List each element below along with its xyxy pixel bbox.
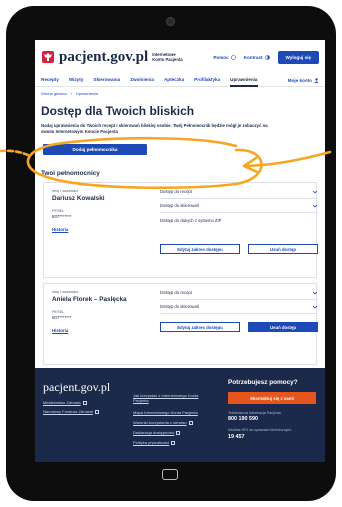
contrast-toggle[interactable]: Kontrast (244, 55, 270, 60)
help-label: Pomoc (213, 54, 229, 60)
main-nav: Recepty Wizyty Skierowania Zwolnienia Ap… (35, 74, 325, 87)
name-label: Imię i nazwisko: (52, 290, 79, 294)
my-account-label: Moje konto (287, 77, 312, 83)
external-link-icon (188, 420, 193, 425)
access-prescriptions-toggle[interactable]: Dostęp do recept (160, 185, 318, 199)
nav-recepty[interactable]: Recepty (41, 74, 59, 87)
brand-sub-line-2: Konto Pacjenta (152, 57, 183, 62)
chevron-down-icon (312, 291, 318, 294)
proxy-name: Aniela Florek – Paslęcka (52, 296, 127, 303)
tablet-frame: pacjent.gov.pl Internetowe Konto Pacjent… (6, 6, 336, 501)
breadcrumb-current[interactable]: Uprawnienia (76, 91, 98, 96)
access-prescriptions-toggle[interactable]: Dostęp do recept (160, 286, 318, 300)
footer-link-nfz-label: Narodowy Fundusz Zdrowia (43, 409, 93, 414)
footer-link-privacy[interactable]: Polityka prywatności (133, 440, 176, 445)
contrast-label: Kontrast (243, 54, 263, 60)
pesel-label: PESEL (52, 310, 65, 314)
external-link-icon (171, 440, 176, 445)
header-actions: Pomoc Kontrast Wyloguj się (213, 50, 319, 64)
access-zip-label: Dostęp do danych z systemu ZIP (160, 217, 222, 223)
footer-link-ministry-label: Ministerstwo Zdrowia (43, 400, 81, 405)
access-referrals-label: Dostęp do skierowań (160, 304, 200, 309)
phone-patient[interactable]: 800 190 590 (228, 416, 258, 422)
page-title: Dostęp dla Twoich bliskich (41, 104, 195, 118)
proxy-card: Imię i nazwisko: Aniela Florek – Paslęck… (43, 283, 318, 365)
poland-eagle-icon (42, 51, 54, 63)
footer-link-privacy-label: Polityka prywatności (133, 440, 170, 445)
history-link[interactable]: Historia (52, 227, 68, 232)
phone-label-patient: Telefoniczna Informacja Pacjenta (228, 411, 281, 415)
footer-link-terms-label: Warunki korzystania z serwisu (133, 420, 187, 425)
page-description: Nadaj uprawnienia do Twoich recept i ski… (41, 123, 268, 134)
help-circle-icon (230, 54, 236, 60)
brand-logo[interactable]: pacjent.gov.pl (59, 49, 148, 66)
nav-uprawnienia[interactable]: Uprawnienia (230, 74, 258, 87)
remove-access-button[interactable]: Usuń dostęp (248, 322, 318, 332)
remove-access-button[interactable]: Usuń dostęp (248, 244, 318, 254)
proxy-name: Dariusz Kowalski (52, 195, 105, 202)
footer-link-nfz[interactable]: Narodowy Fundusz Zdrowia (43, 409, 99, 414)
phone-label-nfz: Infolinia NFZ ds sprawach technicznych (228, 428, 292, 432)
history-link[interactable]: Historia (52, 328, 68, 333)
pesel-label: PESEL (52, 209, 65, 213)
breadcrumb: Strona główna › Uprawnienia (35, 87, 325, 100)
edit-access-button[interactable]: Edytuj zakres dostępu (160, 322, 240, 332)
user-icon (314, 77, 319, 83)
chevron-down-icon (312, 190, 318, 193)
access-prescriptions-label: Dostęp do recept (160, 189, 192, 194)
external-link-icon (82, 400, 87, 405)
name-label: Imię i nazwisko: (52, 189, 79, 193)
chevron-down-icon (312, 204, 318, 207)
footer-help-title: Potrzebujesz pomocy? (228, 379, 298, 386)
access-referrals-label: Dostęp do skierowań (160, 203, 200, 208)
footer-link-accessibility-label: Deklaracja dostępności (133, 430, 175, 435)
phone-nfz[interactable]: 19 457 (228, 434, 245, 440)
browser-screen: pacjent.gov.pl Internetowe Konto Pacjent… (35, 40, 325, 462)
footer-link-howto[interactable]: Jak korzystać z Internetowego Konta Pacj… (133, 393, 213, 403)
footer-link-ministry[interactable]: Ministerstwo Zdrowia (43, 400, 87, 405)
contrast-icon (264, 54, 270, 60)
footer-link-accessibility[interactable]: Deklaracja dostępności (133, 430, 181, 435)
my-account-link[interactable]: Moje konto (288, 78, 319, 83)
logout-button[interactable]: Wyloguj się (277, 50, 319, 64)
nav-skierowania[interactable]: Skierowania (93, 74, 120, 87)
site-header: pacjent.gov.pl Internetowe Konto Pacjent… (35, 40, 325, 74)
breadcrumb-home[interactable]: Strona główna (41, 91, 67, 96)
site-footer: pacjent.gov.pl Ministerstwo Zdrowia Naro… (35, 368, 325, 462)
brand-subtitle: Internetowe Konto Pacjenta (148, 52, 182, 62)
access-referrals-toggle[interactable]: Dostęp do skierowań (160, 199, 318, 213)
access-prescriptions-label: Dostęp do recept (160, 290, 192, 295)
edit-access-button[interactable]: Edytuj zakres dostępu (160, 244, 240, 254)
footer-logo[interactable]: pacjent.gov.pl (43, 380, 110, 395)
nav-zwolnienia[interactable]: Zwolnienia (130, 74, 154, 87)
proxy-card: Imię i nazwisko: Dariusz Kowalski PESEL … (43, 182, 318, 278)
external-link-icon (94, 409, 99, 414)
footer-link-map[interactable]: Mapa Internetowego Konta Pacjenta (133, 410, 198, 415)
contact-us-button[interactable]: Skontaktuj się z nami (228, 392, 316, 404)
help-link[interactable]: Pomoc (213, 54, 236, 60)
footer-link-terms[interactable]: Warunki korzystania z serwisu (133, 420, 193, 425)
nav-wizyty[interactable]: Wizyty (69, 74, 84, 87)
nav-profilaktyka[interactable]: Profilaktyka (194, 74, 220, 87)
breadcrumb-separator-icon: › (70, 91, 72, 96)
proxies-section-title: Twoi pełnomocnicy (41, 170, 100, 177)
external-link-icon (176, 430, 181, 435)
home-button-icon[interactable] (162, 469, 178, 480)
pesel-value: 807******* (52, 214, 72, 219)
pesel-value: 807******* (52, 315, 72, 320)
chevron-down-icon (312, 305, 318, 308)
access-referrals-toggle[interactable]: Dostęp do skierowań (160, 300, 318, 314)
add-proxy-button[interactable]: Dodaj pełnomocnika (43, 144, 147, 155)
access-zip-toggle[interactable]: Dostęp do danych z systemu ZIP (160, 213, 318, 227)
nav-apteczka[interactable]: Apteczka (164, 74, 184, 87)
camera-icon (166, 17, 175, 26)
